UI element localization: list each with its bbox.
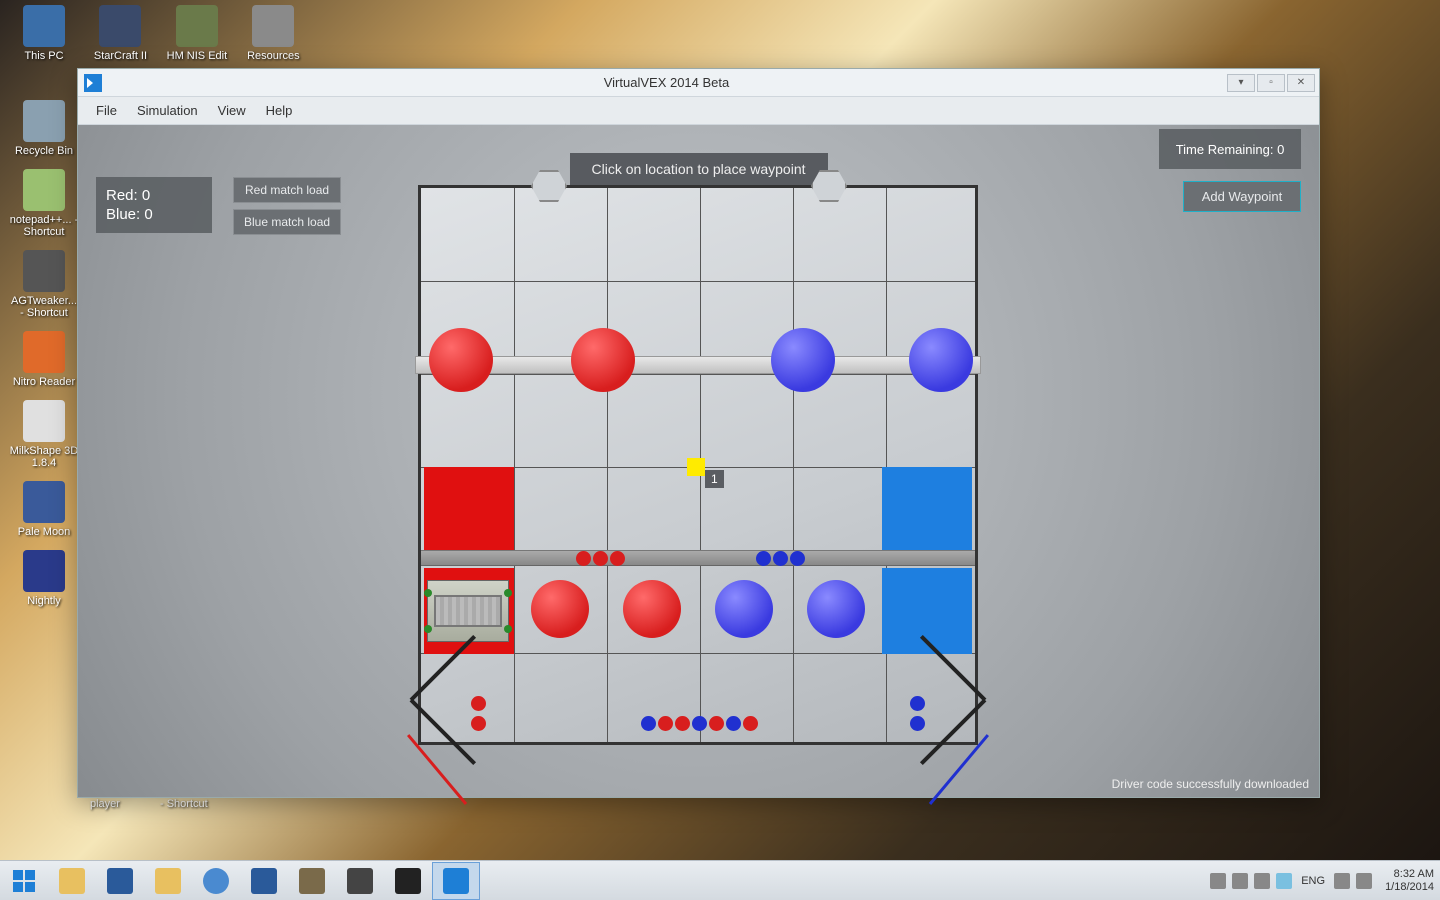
robot[interactable] bbox=[427, 580, 509, 642]
waypoint-marker[interactable] bbox=[687, 458, 705, 476]
big-ball-red bbox=[429, 328, 493, 392]
score-panel: Red: 0 Blue: 0 bbox=[96, 177, 212, 233]
system-tray: ENG 8:32 AM 1/18/2014 bbox=[1207, 868, 1440, 894]
taskbar-browser[interactable] bbox=[192, 862, 240, 900]
top-bar bbox=[415, 356, 981, 374]
desktop-icon-agtweaker[interactable]: AGTweaker... - Shortcut bbox=[9, 250, 79, 319]
tray-clock[interactable]: 8:32 AM 1/18/2014 bbox=[1385, 868, 1434, 894]
desktop-icon-starcraft[interactable]: StarCraft II bbox=[85, 5, 155, 62]
minimize-button[interactable]: ▾ bbox=[1227, 74, 1255, 92]
desktop-icon-milkshape[interactable]: MilkShape 3D 1.8.4 bbox=[9, 400, 79, 469]
desktop-icon-notepadpp[interactable]: notepad++... - Shortcut bbox=[9, 169, 79, 238]
corner-brace bbox=[410, 699, 476, 765]
red-match-load-button[interactable]: Red match load bbox=[233, 177, 341, 203]
start-button[interactable] bbox=[0, 862, 48, 900]
menu-simulation[interactable]: Simulation bbox=[127, 99, 208, 122]
tray-volume-icon[interactable] bbox=[1356, 873, 1372, 889]
tray-lang[interactable]: ENG bbox=[1301, 875, 1325, 887]
small-ball bbox=[910, 716, 925, 731]
taskbar-explorer[interactable] bbox=[48, 862, 96, 900]
taskbar-gimp[interactable] bbox=[288, 862, 336, 900]
status-text: Driver code successfully downloaded bbox=[1112, 777, 1309, 791]
titlebar[interactable]: VirtualVEX 2014 Beta ▾ ▫ ✕ bbox=[78, 69, 1319, 97]
blue-match-load-button[interactable]: Blue match load bbox=[233, 209, 341, 235]
desktop-icon-this-pc[interactable]: This PC bbox=[9, 5, 79, 62]
waypoint-label: 1 bbox=[705, 470, 724, 488]
med-ball-blue bbox=[715, 580, 773, 638]
small-ball bbox=[658, 716, 673, 731]
tray-icon[interactable] bbox=[1210, 873, 1226, 889]
small-ball bbox=[756, 551, 771, 566]
time-remaining: Time Remaining: 0 bbox=[1159, 129, 1301, 169]
corner-brace bbox=[920, 699, 986, 765]
small-ball bbox=[709, 716, 724, 731]
desktop-icon-nsis[interactable]: HM NIS Edit bbox=[162, 5, 232, 62]
small-ball bbox=[610, 551, 625, 566]
med-ball-blue bbox=[807, 580, 865, 638]
taskbar-app[interactable] bbox=[336, 862, 384, 900]
tray-icon[interactable] bbox=[1254, 873, 1270, 889]
small-ball bbox=[576, 551, 591, 566]
small-ball bbox=[675, 716, 690, 731]
big-ball-blue bbox=[771, 328, 835, 392]
small-ball bbox=[790, 551, 805, 566]
desktop-icon-recycle-bin[interactable]: Recycle Bin bbox=[9, 100, 79, 157]
add-waypoint-button[interactable]: Add Waypoint bbox=[1183, 181, 1301, 212]
small-ball bbox=[910, 696, 925, 711]
small-ball bbox=[692, 716, 707, 731]
score-red: Red: 0 bbox=[106, 187, 202, 204]
taskbar-virtualvex[interactable] bbox=[432, 862, 480, 900]
desktop-icon-nitro[interactable]: Nitro Reader bbox=[9, 331, 79, 388]
med-ball-red bbox=[623, 580, 681, 638]
desktop-icon-palemoon[interactable]: Pale Moon bbox=[9, 481, 79, 538]
goal-hex bbox=[531, 170, 567, 202]
small-ball bbox=[593, 551, 608, 566]
big-ball-red bbox=[571, 328, 635, 392]
small-ball bbox=[641, 716, 656, 731]
maximize-button[interactable]: ▫ bbox=[1257, 74, 1285, 92]
app-window: VirtualVEX 2014 Beta ▾ ▫ ✕ File Simulati… bbox=[77, 68, 1320, 798]
desktop-icon-nightly[interactable]: Nightly bbox=[9, 550, 79, 607]
desktop-icon-resources[interactable]: Resources bbox=[238, 5, 308, 62]
tray-icon[interactable] bbox=[1232, 873, 1248, 889]
viewport[interactable]: Red: 0 Blue: 0 Red match load Blue match… bbox=[78, 125, 1319, 797]
game-field[interactable]: 1 bbox=[418, 185, 978, 745]
small-ball bbox=[471, 696, 486, 711]
blue-zone bbox=[882, 467, 972, 553]
taskbar: ENG 8:32 AM 1/18/2014 bbox=[0, 860, 1440, 900]
tray-network-icon[interactable] bbox=[1334, 873, 1350, 889]
menubar: File Simulation View Help bbox=[78, 97, 1319, 125]
window-title: VirtualVEX 2014 Beta bbox=[108, 75, 1225, 90]
score-blue: Blue: 0 bbox=[106, 206, 202, 223]
red-zone bbox=[424, 467, 514, 553]
taskbar-unity[interactable] bbox=[384, 862, 432, 900]
big-ball-blue bbox=[909, 328, 973, 392]
taskbar-word[interactable] bbox=[240, 862, 288, 900]
med-ball-red bbox=[531, 580, 589, 638]
menu-view[interactable]: View bbox=[208, 99, 256, 122]
middle-bar bbox=[421, 550, 975, 566]
waypoint-prompt: Click on location to place waypoint bbox=[569, 153, 827, 185]
menu-file[interactable]: File bbox=[86, 99, 127, 122]
small-ball bbox=[471, 716, 486, 731]
desktop-stray-label: player bbox=[90, 798, 120, 810]
menu-help[interactable]: Help bbox=[256, 99, 303, 122]
taskbar-powershell[interactable] bbox=[96, 862, 144, 900]
small-ball bbox=[726, 716, 741, 731]
small-ball bbox=[773, 551, 788, 566]
small-ball bbox=[743, 716, 758, 731]
desktop-stray-label: - Shortcut bbox=[160, 798, 208, 810]
close-button[interactable]: ✕ bbox=[1287, 74, 1315, 92]
tray-icon[interactable] bbox=[1276, 873, 1292, 889]
taskbar-files[interactable] bbox=[144, 862, 192, 900]
app-icon bbox=[84, 74, 102, 92]
